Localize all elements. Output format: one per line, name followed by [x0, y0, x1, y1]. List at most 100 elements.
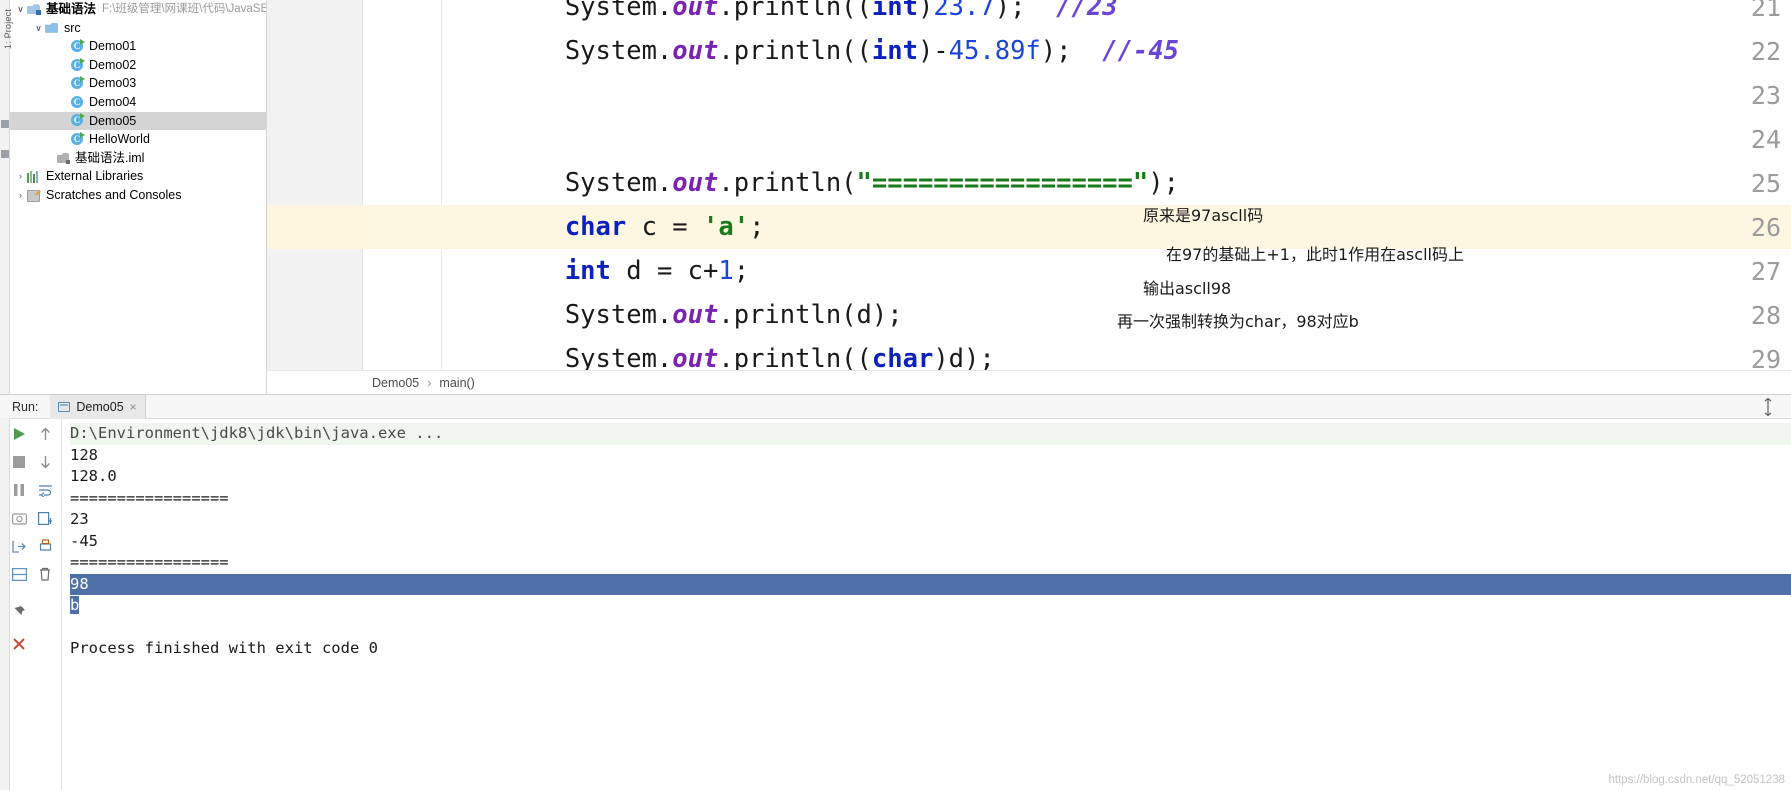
code-token: char: [564, 212, 627, 242]
annotation-text: 再一次强制转换为char，98对应b: [1117, 312, 1359, 331]
tree-item-src[interactable]: ∨ src: [10, 19, 266, 38]
tree-item-label: Scratches and Consoles: [46, 187, 182, 202]
code-line[interactable]: char c = 'a';: [442, 205, 1791, 249]
code-token: System.: [442, 300, 673, 330]
code-editor[interactable]: 21 System.out.println((int)23.7); //23 22…: [267, 0, 1791, 370]
run-window-left-strip[interactable]: [0, 418, 10, 790]
code-token: d = c+: [610, 256, 719, 286]
code-token: .println((: [718, 344, 872, 370]
soft-wrap-icon[interactable]: [32, 477, 58, 503]
code-line[interactable]: [442, 73, 1791, 117]
code-line[interactable]: System.out.println((int)23.7); //23: [442, 0, 1791, 29]
run-label: Run:: [12, 399, 39, 414]
code-token: int: [871, 0, 918, 22]
scroll-down-icon[interactable]: [32, 449, 58, 475]
favorites-strip-icon[interactable]: [1, 150, 9, 158]
code-token: ;: [749, 212, 765, 242]
breadcrumb-method[interactable]: main(): [439, 376, 474, 390]
project-tree[interactable]: ∨基础语法F:\班级管理\网课班\代码\JavaSE\基础∨srcDemo01D…: [10, 0, 266, 205]
code-token: out: [672, 36, 719, 66]
console-line: =================: [70, 488, 229, 507]
code-token: //-45: [1102, 36, 1179, 66]
code-line[interactable]: System.out.println((int)-45.89f); //-45: [442, 29, 1791, 73]
module-icon: [27, 3, 41, 16]
code-token: 1: [718, 256, 734, 286]
tool-window-strip[interactable]: 1: Project: [0, 0, 13, 443]
console-line: Process finished with exit code 0: [70, 639, 378, 657]
code-token: out: [672, 300, 719, 330]
annotation-text: 输出ascll98: [1143, 279, 1232, 298]
scroll-up-icon[interactable]: [32, 421, 58, 447]
tree-item-demo04[interactable]: Demo04: [10, 93, 266, 112]
tree-item-demo05[interactable]: Demo05: [10, 111, 266, 131]
console-output[interactable]: D:\Environment\jdk8\jdk\bin\java.exe ...…: [62, 419, 1791, 790]
code-token: ): [917, 0, 934, 22]
chevron-down-icon[interactable]: ∨: [14, 0, 27, 19]
close-icon[interactable]: ×: [130, 400, 137, 414]
code-line[interactable]: System.out.println((char)d);: [442, 337, 1791, 370]
run-tab-demo05[interactable]: Demo05 ×: [50, 394, 146, 419]
code-token: .println(d);: [718, 300, 903, 330]
scratches-icon: [27, 189, 41, 203]
code-token: 'a': [703, 212, 750, 242]
chevron-down-icon[interactable]: ∨: [32, 19, 45, 38]
watermark: https://blog.csdn.net/qq_52051238: [1608, 774, 1785, 786]
code-token: System.: [442, 36, 673, 66]
tree-item-demo03[interactable]: Demo03: [10, 74, 266, 93]
code-line[interactable]: System.out.println("=================");: [442, 161, 1791, 205]
tree-item-label: src: [64, 20, 81, 35]
java-class-runnable-icon: [71, 113, 85, 127]
code-token: System.: [442, 0, 673, 22]
tree-item-label: Demo04: [89, 94, 137, 109]
console-line: 128: [70, 445, 98, 464]
java-class-runnable-icon: [71, 131, 85, 146]
code-token: .println(: [718, 168, 857, 198]
run-tab-label[interactable]: Demo05: [76, 400, 123, 414]
code-token: char: [871, 344, 934, 370]
code-token: out: [672, 0, 719, 22]
code-token: out: [672, 344, 719, 370]
code-line[interactable]: [442, 117, 1791, 161]
tree-item-path: F:\班级管理\网课班\代码\JavaSE\基础: [102, 3, 267, 15]
print-icon[interactable]: [32, 505, 58, 531]
code-line[interactable]: int d = c+1;: [442, 249, 1791, 293]
tree-item-iml[interactable]: 基础语法.iml: [10, 149, 266, 168]
breadcrumb-class[interactable]: Demo05: [372, 376, 419, 390]
code-token: 23.7: [933, 0, 995, 22]
console-line: 128.0: [70, 467, 117, 485]
project-tool-window: 1: Project ∨基础语法F:\班级管理\网课班\代码\JavaSE\基础…: [0, 0, 267, 443]
chevron-right-icon[interactable]: ›: [14, 186, 27, 205]
code-token: //23: [1056, 0, 1118, 22]
tree-item-helloworld[interactable]: HelloWorld: [10, 130, 266, 149]
code-token: );: [994, 0, 1057, 22]
tree-item-demo02[interactable]: Demo02: [10, 56, 266, 75]
tree-item-label: Demo02: [89, 57, 137, 72]
chevron-right-icon[interactable]: ›: [14, 167, 27, 186]
code-token: System.: [442, 168, 673, 198]
print-console-icon[interactable]: [32, 533, 58, 559]
folder-icon: [45, 22, 59, 34]
tree-item-external-libraries[interactable]: › External Libraries: [10, 167, 266, 186]
tree-item-label: External Libraries: [46, 169, 144, 184]
editor-fold-region[interactable]: [363, 0, 442, 370]
tree-item-scratches-and-consoles[interactable]: › Scratches and Consoles: [10, 186, 266, 205]
editor-gutter[interactable]: [267, 0, 363, 370]
tree-item-demo01[interactable]: Demo01: [10, 37, 266, 56]
structure-strip-icon[interactable]: [1, 120, 9, 128]
tree-item-[interactable]: ∨ 基础语法 F:\班级管理\网课班\代码\JavaSE\基础: [10, 0, 266, 19]
settings-icon[interactable]: [1761, 397, 1777, 417]
libraries-icon: [27, 170, 41, 183]
code-token: );: [1040, 36, 1103, 66]
highlighted-gutter: [267, 205, 363, 249]
trash-icon[interactable]: [32, 561, 58, 587]
idea-window: 1: Project ∨基础语法F:\班级管理\网课班\代码\JavaSE\基础…: [0, 0, 1791, 790]
console-line: -45: [70, 531, 98, 550]
code-token: .println((: [718, 0, 872, 22]
code-token: );: [1148, 168, 1179, 198]
breadcrumb[interactable]: Demo05 › main(): [267, 370, 1791, 394]
tree-item-label: 基础语法.iml: [75, 150, 145, 165]
code-token: System.: [442, 344, 673, 370]
